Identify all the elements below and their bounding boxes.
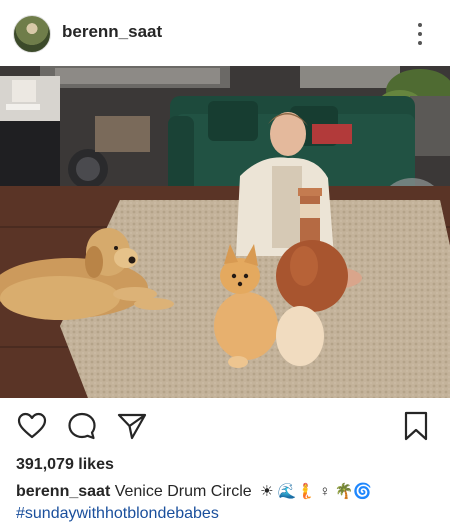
post-image[interactable]: [0, 66, 450, 398]
likes-count[interactable]: 391,079 likes: [16, 456, 114, 474]
send-icon[interactable]: [116, 410, 148, 442]
comment-icon[interactable]: [66, 410, 98, 442]
post-username[interactable]: berenn_saat: [62, 22, 162, 42]
post-action-bar: [0, 398, 450, 454]
instagram-post: berenn_saat 391,079 likes berenn_saat Ve…: [0, 0, 450, 530]
caption-hashtag[interactable]: #sundaywithhotblondebabes: [16, 505, 219, 523]
caption-username[interactable]: berenn_saat: [16, 483, 110, 500]
photo-illustration: [0, 66, 450, 398]
heart-icon[interactable]: [16, 410, 48, 442]
bookmark-icon[interactable]: [400, 410, 432, 442]
avatar[interactable]: [13, 15, 51, 53]
caption-text: Venice Drum Circle: [114, 483, 252, 500]
more-options-icon[interactable]: [410, 20, 430, 48]
post-header: berenn_saat: [0, 0, 450, 66]
post-caption: berenn_saat Venice Drum Circle ☀ 🌊🧜 ♀ 🌴🌀: [16, 482, 440, 502]
caption-emoji: ☀ 🌊🧜 ♀ 🌴🌀: [260, 483, 373, 500]
